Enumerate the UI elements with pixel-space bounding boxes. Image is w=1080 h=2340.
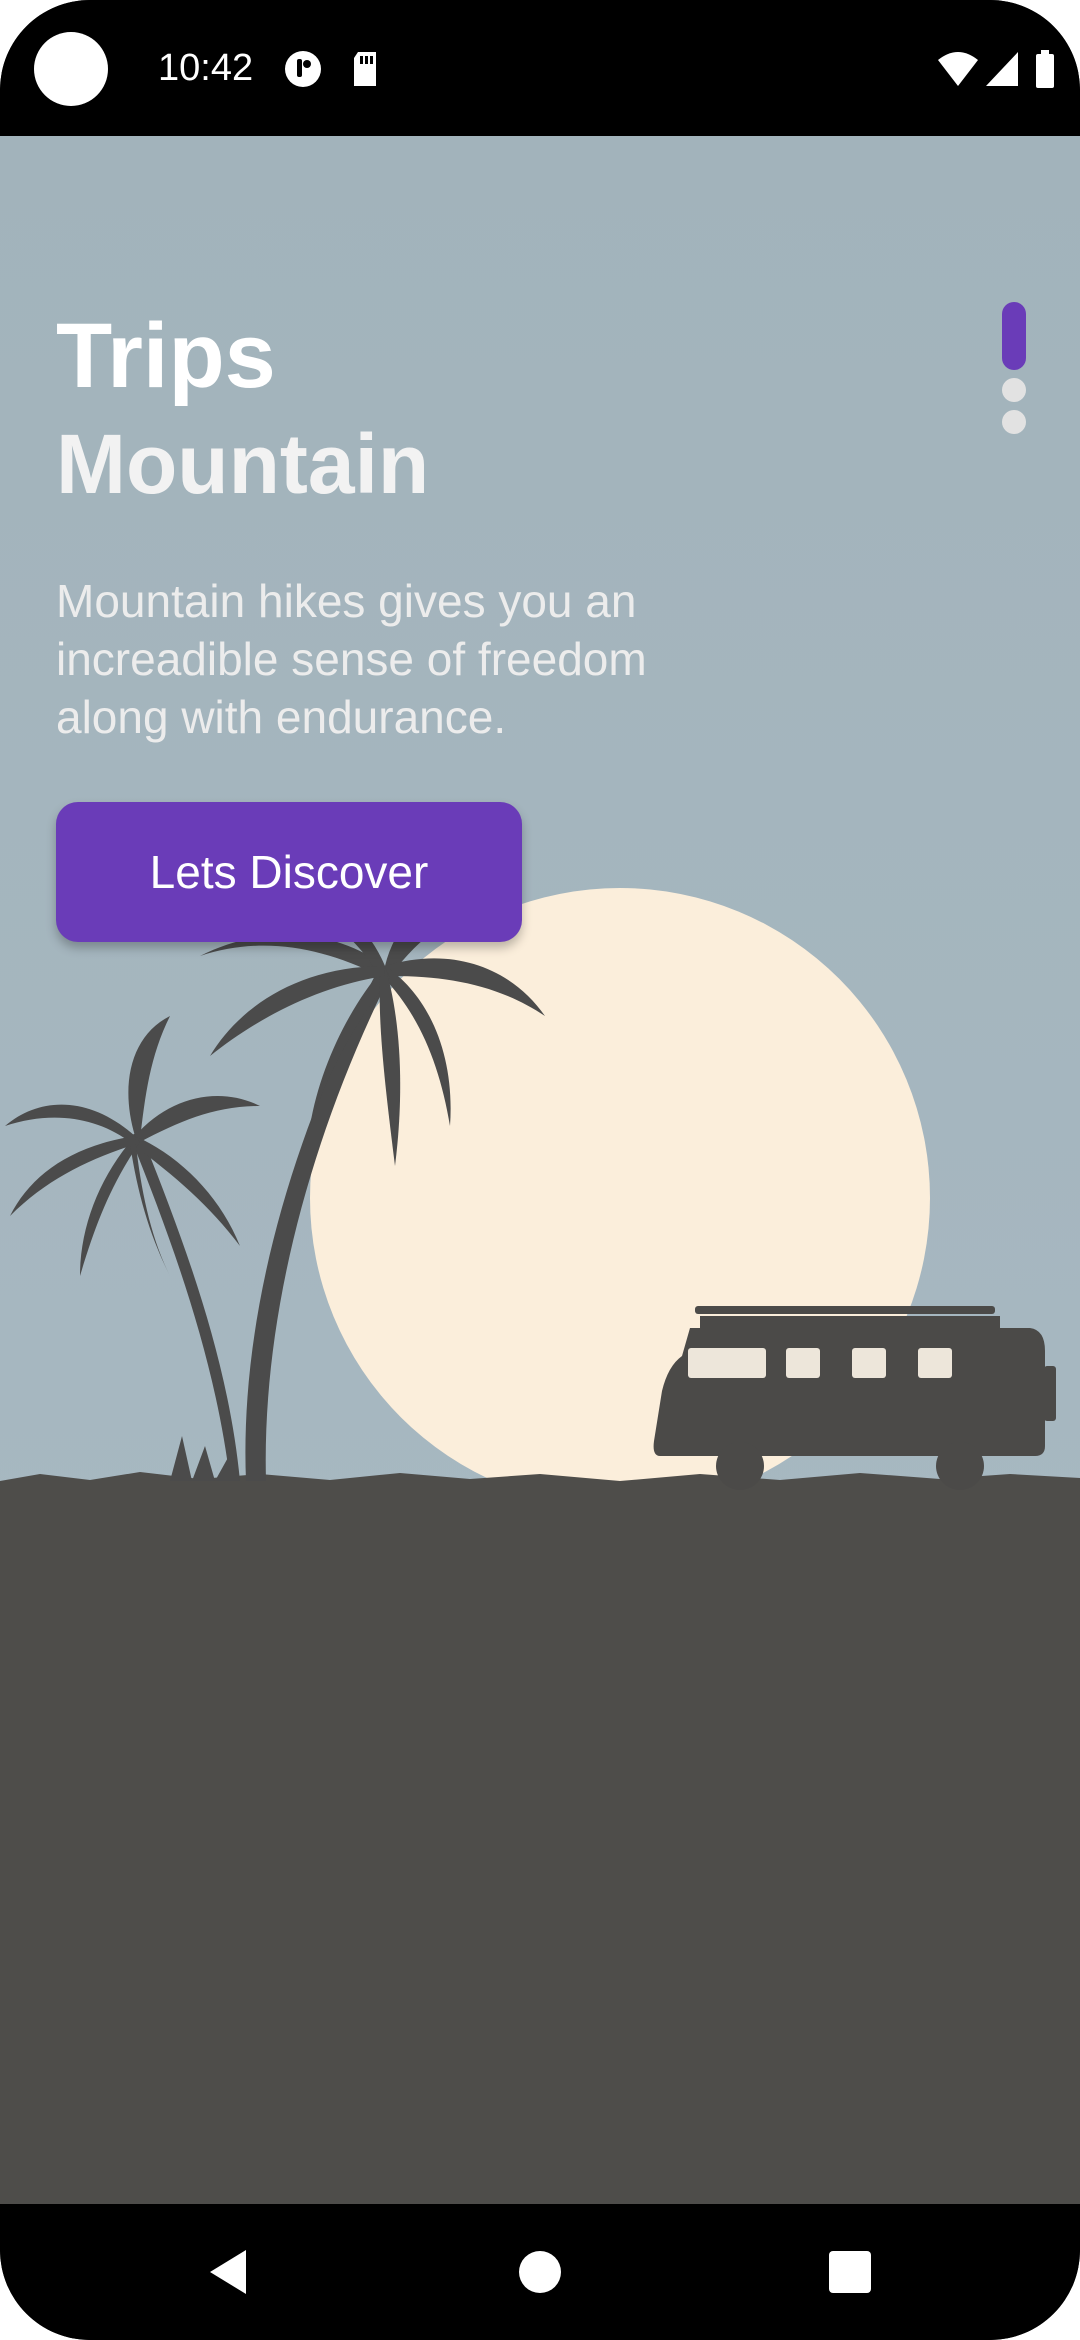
lets-discover-button[interactable]: Lets Discover: [56, 802, 522, 942]
recents-button[interactable]: [820, 2242, 880, 2302]
cellular-signal-icon: [986, 52, 1018, 86]
sd-card-icon: [354, 52, 376, 86]
home-button[interactable]: [510, 2242, 570, 2302]
camera-cutout-icon: [34, 32, 108, 106]
page-indicator-dot[interactable]: [1002, 378, 1026, 402]
back-icon: [210, 2250, 246, 2294]
status-bar: 10:42: [0, 0, 1080, 136]
back-button[interactable]: [198, 2242, 258, 2302]
page-indicator-dot[interactable]: [1002, 410, 1026, 434]
battery-icon: [1036, 50, 1054, 88]
status-time: 10:42: [158, 47, 254, 89]
recents-icon: [829, 2251, 871, 2293]
page-indicator-dot-active[interactable]: [1002, 302, 1026, 370]
navigation-bar: [0, 2204, 1080, 2340]
onboarding-screen: Trips Mountain Mountain hikes gives you …: [0, 136, 1080, 2204]
screen-subtitle: Mountain: [56, 417, 430, 511]
wifi-icon: [938, 52, 978, 86]
screen-description: Mountain hikes gives you an increadible …: [56, 575, 647, 743]
phone-frame: 10:42 Trips Mountain Mountain hikes give…: [0, 0, 1080, 2340]
screen-title: Trips: [56, 305, 276, 407]
page-indicator: [1002, 302, 1026, 442]
home-icon: [519, 2251, 561, 2293]
notification-app-icon: [285, 51, 321, 87]
